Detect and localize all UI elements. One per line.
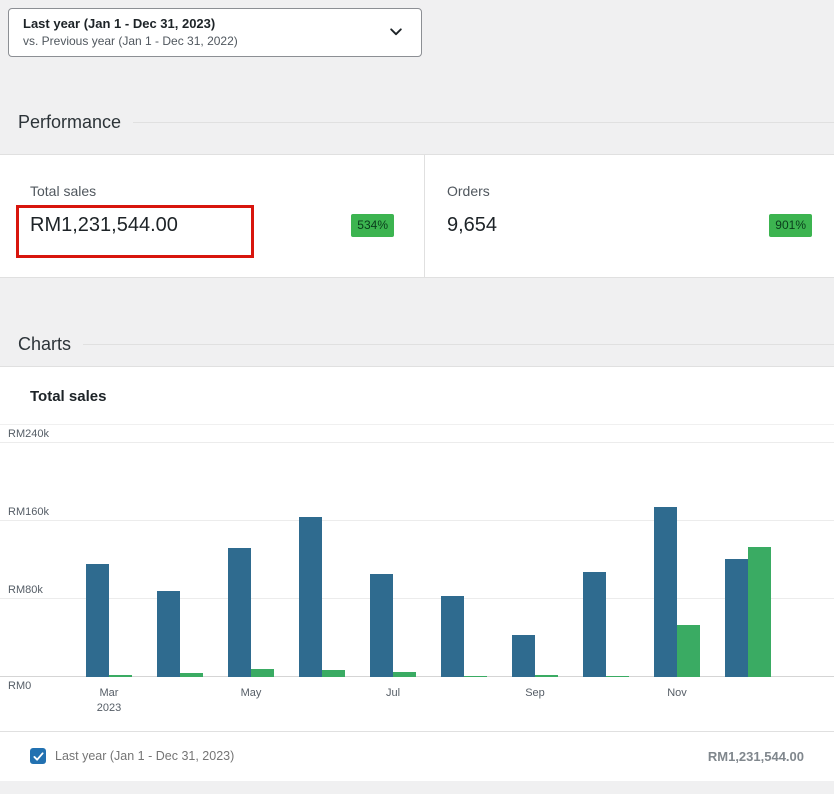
performance-section-header: Performance: [18, 112, 834, 133]
chart-plot: RM240k RM160k RM80k RM0: [0, 425, 834, 677]
performance-cards-row: Total sales RM1,231,544.00 534% Orders 9…: [0, 154, 834, 278]
bar-nov[interactable]: [654, 507, 677, 677]
performance-section-title: Performance: [18, 112, 121, 133]
charts-section-title: Charts: [18, 334, 71, 355]
bar-jun[interactable]: [299, 517, 322, 677]
bar-nov[interactable]: [677, 625, 700, 677]
bar-mar[interactable]: [86, 564, 109, 677]
x-axis-label: [157, 686, 203, 731]
bar-oct[interactable]: [583, 572, 606, 677]
stat-badge: 534%: [351, 214, 394, 236]
bar-group-sep[interactable]: [512, 635, 558, 677]
bar-group-mar[interactable]: [86, 564, 132, 677]
bar-jul[interactable]: [393, 672, 416, 677]
orders-value: 9,654: [447, 214, 497, 237]
bar-sep[interactable]: [535, 675, 558, 677]
bar-dec[interactable]: [725, 559, 748, 677]
orders-value-row: 9,654 901%: [447, 214, 812, 237]
bar-may[interactable]: [251, 669, 274, 677]
bar-mar[interactable]: [109, 675, 132, 677]
bar-group-jun[interactable]: [299, 517, 345, 677]
bar-jul[interactable]: [370, 574, 393, 677]
bar-group-may[interactable]: [228, 548, 274, 677]
y-axis-label: RM160k: [8, 506, 49, 518]
bar-sep[interactable]: [512, 635, 535, 677]
legend-value: RM1,231,544.00: [708, 749, 804, 764]
orders-label: Orders: [447, 183, 812, 199]
orders-card[interactable]: Orders 9,654 901%: [425, 155, 834, 277]
chart-title: Total sales: [30, 388, 804, 405]
chart-title-block: Total sales: [0, 367, 834, 425]
x-axis-label: [441, 686, 487, 731]
legend-checkbox[interactable]: [30, 748, 46, 764]
bar-apr[interactable]: [157, 591, 180, 677]
section-divider: [133, 122, 834, 123]
total-sales-label: Total sales: [30, 183, 394, 199]
total-sales-value-row: RM1,231,544.00 534%: [30, 214, 394, 237]
bar-group-nov[interactable]: [654, 507, 700, 677]
x-axis-label: [299, 686, 345, 731]
total-sales-chart-card: Total sales RM240k RM160k RM80k RM0 Mar2…: [0, 366, 834, 781]
date-range-selector[interactable]: Last year (Jan 1 - Dec 31, 2023) vs. Pre…: [8, 8, 422, 57]
total-sales-value: RM1,231,544.00: [30, 214, 178, 237]
date-range-texts: Last year (Jan 1 - Dec 31, 2023) vs. Pre…: [23, 16, 387, 48]
x-axis-label: Sep: [512, 686, 558, 731]
bar-dec[interactable]: [748, 547, 771, 677]
x-axis-label: Mar2023: [86, 686, 132, 731]
bar-apr[interactable]: [180, 673, 203, 677]
checkmark-icon: [33, 751, 44, 762]
bar-group-dec[interactable]: [725, 547, 771, 677]
x-axis-label: Jul: [370, 686, 416, 731]
legend-item-last-year[interactable]: Last year (Jan 1 - Dec 31, 2023) RM1,231…: [0, 731, 834, 780]
bar-aug[interactable]: [464, 676, 487, 677]
bar-jun[interactable]: [322, 670, 345, 677]
x-axis-label: Nov: [654, 686, 700, 731]
y-axis-label: RM240k: [8, 428, 49, 440]
bar-aug[interactable]: [441, 596, 464, 677]
total-sales-card[interactable]: Total sales RM1,231,544.00 534%: [0, 155, 425, 277]
bar-group-aug[interactable]: [441, 596, 487, 677]
bar-group-jul[interactable]: [370, 574, 416, 677]
chart-bars: [60, 507, 820, 677]
section-divider: [83, 344, 834, 345]
legend-label: Last year (Jan 1 - Dec 31, 2023): [55, 749, 234, 763]
bar-may[interactable]: [228, 548, 251, 677]
gridline: [0, 442, 834, 443]
bar-group-apr[interactable]: [157, 591, 203, 677]
stat-badge: 901%: [769, 214, 812, 236]
charts-section-header: Charts: [18, 334, 834, 355]
bar-oct[interactable]: [606, 676, 629, 677]
date-range-secondary: vs. Previous year (Jan 1 - Dec 31, 2022): [23, 34, 387, 48]
y-axis-label: RM0: [8, 680, 31, 692]
x-axis-label: [583, 686, 629, 731]
x-axis-label: May: [228, 686, 274, 731]
y-axis-label: RM80k: [8, 584, 43, 596]
chevron-down-icon: [387, 23, 405, 41]
date-range-primary: Last year (Jan 1 - Dec 31, 2023): [23, 16, 387, 31]
chart-x-axis: Mar2023 May Jul Sep Nov: [60, 677, 820, 731]
x-axis-label: [725, 686, 771, 731]
bar-group-oct[interactable]: [583, 572, 629, 677]
